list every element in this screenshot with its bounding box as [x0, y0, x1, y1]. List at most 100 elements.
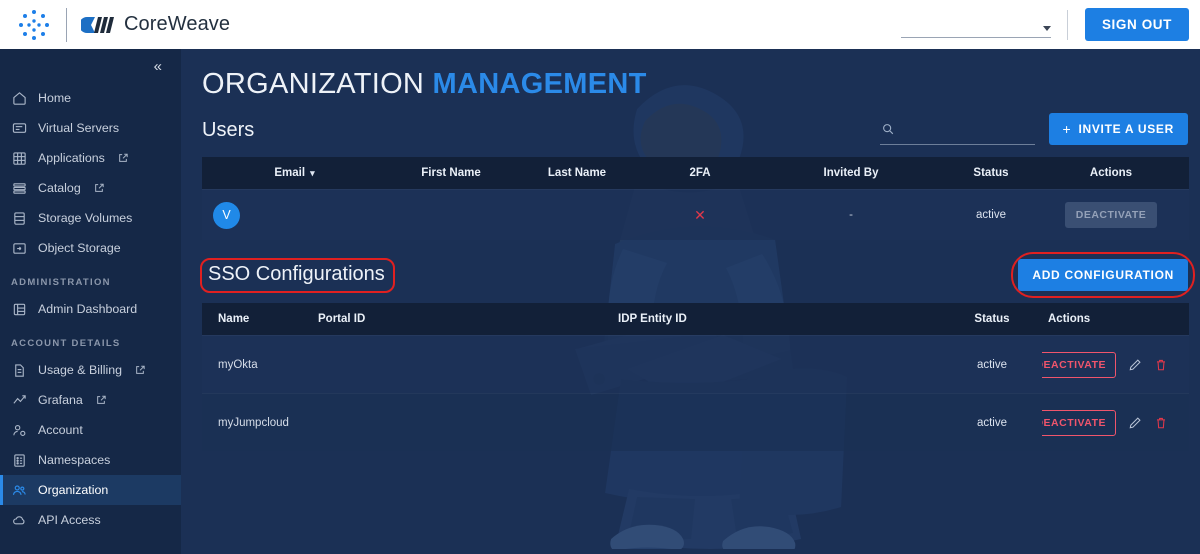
body-wrapper: « Home Virtual Servers Applications Cata… — [0, 49, 1200, 554]
sidebar-item-applications[interactable]: Applications — [0, 143, 181, 173]
column-header-first-name: First Name — [421, 167, 481, 180]
users-table-header: Email ▾ First Name Last Name 2FA Invited … — [202, 157, 1189, 190]
main-content: ORGANIZATION MANAGEMENT Users + INVITE A… — [181, 49, 1200, 554]
cloud-icon — [11, 512, 27, 528]
sso-section-header: SSO Configurations ADD CONFIGURATION — [200, 251, 1195, 298]
search-icon — [882, 122, 894, 140]
pencil-icon[interactable] — [1128, 416, 1142, 430]
page-title-part-2: MANAGEMENT — [432, 68, 647, 100]
user-email-cell: V — [202, 201, 387, 229]
sso-actions-cell: DEACTIVATE — [1042, 351, 1182, 378]
deactivate-sso-button[interactable]: DEACTIVATE — [1042, 409, 1116, 436]
sso-status-cell: active — [976, 416, 1008, 429]
namespace-icon — [11, 452, 27, 468]
sidebar-item-label: Organization — [38, 483, 109, 497]
dot-pattern-logo-icon — [8, 8, 60, 42]
organization-select[interactable] — [900, 12, 1051, 38]
sign-out-button[interactable]: SIGN OUT — [1084, 8, 1189, 41]
invite-a-user-label: INVITE A USER — [1078, 122, 1174, 137]
sidebar-group-account-details: ACCOUNT DETAILS — [11, 338, 121, 349]
column-header-email[interactable]: Email ▾ — [202, 167, 387, 179]
external-link-icon — [94, 183, 104, 193]
user-gear-icon — [11, 422, 27, 438]
app-root: CoreWeave SIGN OUT « Home Virtual Server… — [0, 0, 1200, 554]
main-inner: ORGANIZATION MANAGEMENT Users + INVITE A… — [193, 49, 1195, 452]
users-heading: Users — [202, 118, 255, 141]
coreweave-mark-icon — [81, 16, 114, 33]
page-title-part-1: ORGANIZATION — [202, 68, 425, 100]
users-section-header: Users + INVITE A USER — [202, 113, 1188, 147]
column-header-idp-entity-id: IDP Entity ID — [618, 313, 687, 326]
plus-icon: + — [1062, 121, 1072, 138]
column-header-last-name: Last Name — [547, 167, 607, 180]
sidebar-item-virtual-servers[interactable]: Virtual Servers — [0, 113, 181, 143]
document-icon — [11, 362, 27, 378]
sidebar-item-grafana[interactable]: Grafana — [0, 385, 181, 415]
trash-icon[interactable] — [1154, 416, 1168, 430]
users-table: Email ▾ First Name Last Name 2FA Invited … — [202, 157, 1189, 241]
sidebar-item-organization[interactable]: Organization — [0, 475, 181, 505]
list-icon — [11, 180, 27, 196]
trash-icon[interactable] — [1154, 358, 1168, 372]
pencil-icon[interactable] — [1128, 358, 1142, 372]
column-header-name: Name — [218, 313, 250, 326]
sso-row-action-group: DEACTIVATE — [1042, 409, 1182, 436]
user-search-box[interactable] — [879, 122, 1035, 146]
sidebar-item-account[interactable]: Account — [0, 415, 181, 445]
sso-name-cell: myJumpcloud — [218, 416, 289, 429]
column-header-email-label: Email — [274, 167, 306, 180]
chevron-down-icon — [1042, 25, 1051, 31]
avatar: V — [213, 201, 240, 229]
column-header-invited-by: Invited By — [823, 167, 879, 180]
folder-share-icon — [11, 240, 27, 256]
top-bar-divider — [1066, 9, 1068, 40]
chevron-down-icon: ▾ — [310, 168, 315, 179]
external-link-icon — [118, 153, 128, 163]
table-row: V ✕ - active DEACTIVATE — [202, 189, 1189, 241]
brand-logo[interactable]: CoreWeave — [81, 13, 230, 36]
search-input[interactable] — [899, 124, 1033, 139]
add-configuration-button[interactable]: ADD CONFIGURATION — [1018, 258, 1188, 291]
column-header-actions: Actions — [1089, 167, 1133, 180]
home-icon — [11, 90, 27, 106]
sidebar-item-label: Storage Volumes — [38, 211, 133, 225]
deactivate-sso-button[interactable]: DEACTIVATE — [1042, 351, 1116, 378]
sidebar-item-home[interactable]: Home — [0, 83, 181, 113]
table-row: myJumpcloud active DEACTIVATE — [202, 393, 1189, 452]
sidebar-item-label: Usage & Billing — [38, 363, 123, 377]
collapse-sidebar-icon[interactable]: « — [154, 59, 162, 74]
external-link-icon — [135, 365, 145, 375]
sidebar-collapse-row: « — [0, 49, 181, 83]
sidebar-item-label: Virtual Servers — [38, 121, 120, 135]
column-header-portal-id: Portal ID — [318, 313, 366, 326]
sidebar-item-label: Catalog — [38, 181, 81, 195]
user-actions-cell: DEACTIVATE — [1041, 202, 1181, 229]
sso-configurations-heading: SSO Configurations — [200, 258, 395, 294]
header-divider — [66, 7, 67, 42]
sso-toolbar: ADD CONFIGURATION — [1011, 251, 1195, 298]
sidebar-item-label: Account — [38, 423, 83, 437]
column-header-actions: Actions — [1048, 313, 1091, 326]
invite-a-user-button[interactable]: + INVITE A USER — [1048, 113, 1188, 146]
sidebar-item-catalog[interactable]: Catalog — [0, 173, 181, 203]
sidebar: « Home Virtual Servers Applications Cata… — [0, 49, 181, 554]
top-bar: CoreWeave SIGN OUT — [0, 0, 1200, 49]
sidebar-item-usage-billing[interactable]: Usage & Billing — [0, 355, 181, 385]
external-link-icon — [96, 395, 106, 405]
user-status-cell: active — [975, 209, 1007, 222]
sso-table-header: Name Portal ID IDP Entity ID Status Acti… — [202, 303, 1189, 336]
users-toolbar: + INVITE A USER — [879, 113, 1188, 147]
sidebar-item-admin-dashboard[interactable]: Admin Dashboard — [0, 294, 181, 324]
sso-status-cell: active — [976, 358, 1008, 371]
sidebar-item-label: Applications — [38, 151, 105, 165]
sidebar-item-object-storage[interactable]: Object Storage — [0, 233, 181, 263]
deactivate-user-button: DEACTIVATE — [1064, 202, 1158, 229]
sidebar-item-storage-volumes[interactable]: Storage Volumes — [0, 203, 181, 233]
sidebar-item-namespaces[interactable]: Namespaces — [0, 445, 181, 475]
dashboard-icon — [11, 301, 27, 317]
sidebar-item-api-access[interactable]: API Access — [0, 505, 181, 535]
sidebar-group-administration: ADMINISTRATION — [11, 277, 111, 288]
sidebar-item-label: Namespaces — [38, 453, 111, 467]
sidebar-item-label: API Access — [38, 513, 101, 527]
chart-line-icon — [11, 392, 27, 408]
